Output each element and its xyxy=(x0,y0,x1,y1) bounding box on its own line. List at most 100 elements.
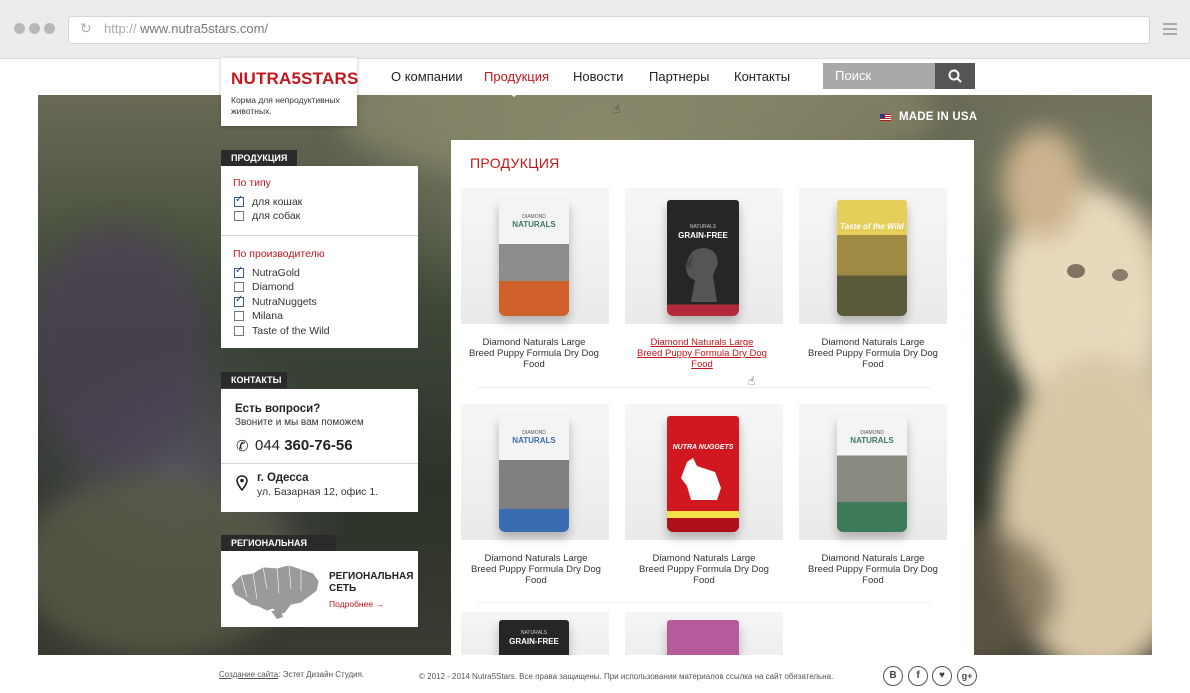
product-card[interactable]: Taste of the Wild xyxy=(799,188,947,324)
google-plus-icon[interactable]: g+ xyxy=(957,666,977,686)
product-image[interactable]: DIAMOND NATURALS xyxy=(837,416,907,532)
contacts-divider xyxy=(221,463,418,464)
product-card[interactable]: DIAMOND NATURALS xyxy=(799,404,947,540)
search-input[interactable]: Поиск xyxy=(823,63,935,89)
twitter-icon[interactable]: ♥ xyxy=(932,666,952,686)
facebook-icon[interactable]: f xyxy=(908,666,928,686)
dog-silhouette-icon xyxy=(681,458,721,500)
footer-copyright: © 2012 - 2014 Nutra5Stars. Все права защ… xyxy=(419,672,834,681)
filter-maker-nutragold[interactable]: NutraGold xyxy=(234,265,300,279)
product-image[interactable]: DIAMOND NATURALS xyxy=(499,416,569,532)
search-button[interactable] xyxy=(935,63,975,89)
bag-brand-text: NATURALS xyxy=(850,436,894,445)
product-image[interactable]: NATURALS GRAIN-FREE xyxy=(667,200,739,316)
contacts-question: Есть вопроси? xyxy=(235,403,321,415)
checkbox-checked-icon[interactable] xyxy=(234,294,244,307)
product-card[interactable]: NATURALS GRAIN-FREE xyxy=(625,188,783,324)
logo-title: NUTRA5STARS xyxy=(231,69,359,88)
checkbox-icon[interactable] xyxy=(234,282,244,292)
product-image[interactable]: NATURALS GRAIN-FREE xyxy=(499,620,569,655)
phone-icon: ✆ xyxy=(236,438,249,455)
checkbox-label: Diamond xyxy=(252,281,295,293)
reload-icon[interactable]: ↻ xyxy=(80,21,94,35)
product-card[interactable]: DIAMOND NATURALS xyxy=(461,188,609,324)
footer-credits-link[interactable]: Создание сайта xyxy=(219,670,278,679)
product-title[interactable]: Diamond Naturals Large Breed Puppy Formu… xyxy=(469,337,599,370)
bag-brand-text: Taste of the Wild xyxy=(840,222,904,231)
product-title-hovered[interactable]: Diamond Naturals Large Breed Puppy Formu… xyxy=(637,337,767,370)
checkbox-checked-icon[interactable] xyxy=(234,194,244,207)
nav-item-partners[interactable]: Партнеры xyxy=(649,69,709,84)
window-dot-icon[interactable] xyxy=(44,23,55,34)
phone-number[interactable]: 044 360-76-56 xyxy=(255,437,353,454)
usa-flag-icon xyxy=(880,114,891,121)
sidebar-regional-tab: РЕГИОНАЛЬНАЯ СЕТЬ xyxy=(221,535,336,564)
vk-icon[interactable]: В xyxy=(883,666,903,686)
filter-type-dogs[interactable]: для собак xyxy=(234,210,300,222)
filter-maker-nutranuggets[interactable]: NutraNuggets xyxy=(234,294,317,308)
filter-maker-diamond[interactable]: Diamond xyxy=(234,281,294,293)
product-title[interactable]: Diamond Naturals Large Breed Puppy Formu… xyxy=(471,553,601,586)
checkbox-label: для собак xyxy=(252,210,301,222)
nav-item-products[interactable]: Продукция xyxy=(484,69,549,84)
footer-credits: Создание сайта: Эстет Дизайн Студия. xyxy=(219,670,364,679)
contact-city: г. Одесса xyxy=(257,472,309,484)
bag-brand-text: NATURALS xyxy=(512,436,556,445)
page-title: ПРОДУКЦИЯ xyxy=(470,155,560,171)
product-card[interactable]: NATURALS GRAIN-FREE xyxy=(461,612,609,655)
bag-brand-text: GRAIN-FREE xyxy=(509,637,559,646)
product-card[interactable]: NUTRA NUGGETS xyxy=(625,404,783,540)
sidebar-contacts-tab: КОНТАКТЫ xyxy=(221,372,287,388)
search-icon xyxy=(948,69,962,83)
regional-more-link[interactable]: Подробнее → xyxy=(329,599,384,609)
menu-icon[interactable] xyxy=(1163,23,1177,38)
checkbox-icon[interactable] xyxy=(234,326,244,336)
bag-maker-text: NATURALS xyxy=(689,224,717,230)
window-dot-icon[interactable] xyxy=(14,23,25,34)
filter-maker-taste-of-the-wild[interactable]: Taste of the Wild xyxy=(234,325,330,337)
bag-brand-text: GRAIN-FREE xyxy=(678,231,728,240)
site-logo[interactable]: NUTRA5STARS Корма для непродуктивных жив… xyxy=(221,58,359,126)
product-image[interactable]: DIAMOND NATURALS xyxy=(499,200,569,316)
regional-more-label: Подробнее xyxy=(329,599,374,609)
nav-item-about[interactable]: О компании xyxy=(391,69,463,84)
contacts-call-us: Звоните и мы вам поможем xyxy=(235,417,364,428)
checkbox-checked-icon[interactable] xyxy=(234,265,244,278)
url-protocol: http:// xyxy=(104,21,137,36)
product-image[interactable]: NUTRA NUGGETS xyxy=(667,416,739,532)
checkbox-label: NutraNuggets xyxy=(252,296,317,308)
filter-maker-milana[interactable]: Milana xyxy=(234,310,283,322)
made-in-usa-badge: MADE IN USA xyxy=(899,111,978,123)
product-title[interactable]: Diamond Naturals Large Breed Puppy Formu… xyxy=(808,337,938,370)
nav-item-news[interactable]: Новости xyxy=(573,69,623,84)
location-pin-icon xyxy=(236,475,248,491)
window-dot-icon[interactable] xyxy=(29,23,40,34)
product-card[interactable] xyxy=(625,612,783,655)
bag-maker-text: NATURALS xyxy=(520,630,548,636)
product-image[interactable] xyxy=(667,620,739,655)
ukraine-map-icon xyxy=(230,564,320,619)
filter-by-maker-heading: По производителю xyxy=(233,248,325,260)
contacts-panel: Есть вопроси? Звоните и мы вам поможем ✆… xyxy=(221,389,418,512)
filter-type-cats[interactable]: для кошак xyxy=(234,194,303,208)
dog-silhouette-icon xyxy=(685,248,718,302)
checkbox-label: Taste of the Wild xyxy=(252,325,330,337)
browser-toolbar: ↻ http:// www.nutra5stars.com/ xyxy=(0,0,1190,59)
mouse-cursor-icon: ☝ xyxy=(613,102,621,116)
product-title[interactable]: Diamond Naturals Large Breed Puppy Formu… xyxy=(639,553,769,586)
checkbox-label: для кошак xyxy=(252,196,303,208)
regional-title: РЕГИОНАЛЬНАЯ СЕТЬ xyxy=(329,571,413,595)
url-text[interactable]: http:// www.nutra5stars.com/ xyxy=(104,21,268,36)
products-panel: ПРОДУКЦИЯ DIAMOND NATURALS Diamond Natur… xyxy=(451,140,974,655)
product-image[interactable]: Taste of the Wild xyxy=(837,200,907,316)
regional-title-line1: РЕГИОНАЛЬНАЯ xyxy=(329,571,414,582)
hand-cursor-icon: ☝ xyxy=(748,374,756,388)
product-card[interactable]: DIAMOND NATURALS xyxy=(461,404,609,540)
checkbox-icon[interactable] xyxy=(234,211,244,221)
regional-network-panel[interactable]: РЕГИОНАЛЬНАЯ СЕТЬ Подробнее → xyxy=(221,551,418,627)
checkbox-icon[interactable] xyxy=(234,311,244,321)
phone-digits: 360-76-56 xyxy=(284,437,353,454)
url-host: www.nutra5stars.com/ xyxy=(140,21,269,36)
nav-item-contacts[interactable]: Контакты xyxy=(734,69,790,84)
product-title[interactable]: Diamond Naturals Large Breed Puppy Formu… xyxy=(808,553,938,586)
